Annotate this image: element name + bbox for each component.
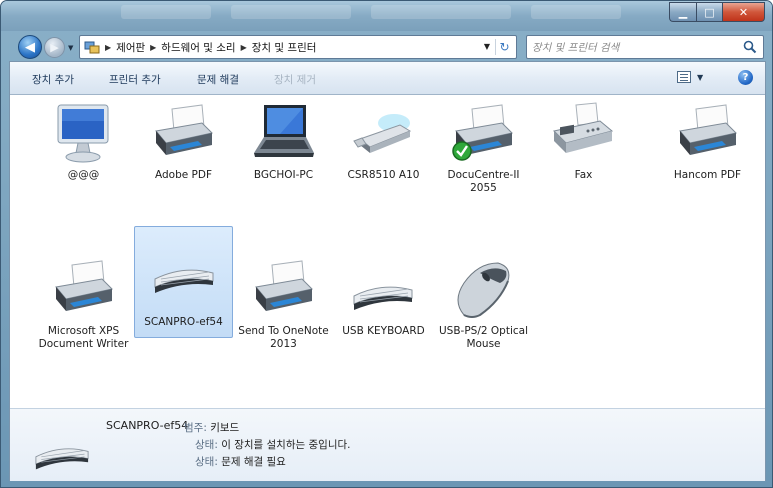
minimize-icon: ▁ (678, 5, 688, 19)
device-label: BGCHOI-PC (253, 169, 314, 181)
device-item-monitor[interactable]: @@@ (34, 96, 133, 216)
breadcrumb: ▶ 제어판 ▶ 하드웨어 및 소리 ▶ 장치 및 프린터 (100, 40, 316, 55)
laptop-icon (250, 101, 316, 165)
device-label: Hancom PDF (673, 169, 742, 181)
breadcrumb-chevron-icon[interactable]: ▶ (150, 43, 156, 52)
printer-icon (150, 101, 216, 165)
device-item-adobe-pdf[interactable]: Adobe PDF (134, 96, 233, 216)
printer-icon (674, 101, 740, 165)
device-item-usb-keyboard[interactable]: USB KEYBOARD (334, 252, 433, 372)
printer-icon (250, 257, 316, 321)
device-label: @@@ (67, 169, 100, 181)
breadcrumb-chevron-icon[interactable]: ▶ (241, 43, 247, 52)
device-label: USB-PS/2 Optical Mouse (439, 325, 528, 350)
device-label: USB KEYBOARD (342, 325, 425, 337)
device-label: DocuCentre-II 2055 (447, 169, 520, 194)
device-item-csr8510[interactable]: CSR8510 A10 (334, 96, 433, 216)
explorer-window: ▁ □ ✕ ◀ ▶ ▼ ▶ 제어판 ▶ 하드웨어 및 소리 ▶ 장치 및 프린터 (0, 0, 773, 488)
title-bar-background-text (531, 5, 621, 19)
printer-icon (450, 101, 516, 165)
title-bar-background-text (121, 5, 211, 19)
back-button[interactable]: ◀ (18, 35, 42, 59)
title-bar-background-text (371, 5, 511, 19)
forward-button[interactable]: ▶ (44, 37, 65, 58)
change-view-button[interactable]: ▼ (677, 71, 703, 83)
maximize-icon: □ (704, 5, 715, 19)
device-item-fax[interactable]: Fax (534, 96, 633, 216)
device-item-mouse[interactable]: USB-PS/2 Optical Mouse (434, 252, 533, 372)
keyboard-icon (30, 437, 94, 473)
add-device-button[interactable]: 장치 추가 (32, 72, 74, 87)
details-status-label: 상태: (195, 439, 218, 451)
command-bar: 장치 추가 프린터 추가 문제 해결 장치 제거 ▼ ? (10, 62, 765, 95)
device-grid: @@@ Adobe PDF BGCHOI-PC CSR8510 A10 Docu… (10, 96, 765, 406)
search-box[interactable]: 장치 및 프린터 검색 (526, 35, 764, 59)
details-device-name: SCANPRO-ef54 (106, 419, 189, 432)
device-item-hancom-pdf[interactable]: Hancom PDF (658, 96, 757, 216)
usb-dongle-icon (350, 101, 416, 165)
breadcrumb-item-control-panel[interactable]: 제어판 (116, 40, 145, 55)
details-status2-row: 상태: 문제 해결 필요 (195, 454, 286, 469)
help-button[interactable]: ? (738, 70, 753, 85)
device-label: Fax (574, 169, 593, 181)
fax-icon (550, 101, 616, 165)
refresh-button[interactable]: ↻ (495, 39, 513, 55)
details-status2-value: 문제 해결 필요 (221, 456, 286, 468)
device-item-onenote[interactable]: Send To OneNote 2013 (234, 252, 333, 372)
device-label: Microsoft XPS Document Writer (38, 325, 129, 350)
breadcrumb-chevron-icon[interactable]: ▶ (105, 43, 111, 52)
details-pane: SCANPRO-ef54 범주: 키보드 상태: 이 장치를 설치하는 중입니다… (10, 408, 765, 481)
back-arrow-icon: ◀ (25, 39, 35, 55)
details-status-value: 이 장치를 설치하는 중입니다. (221, 439, 351, 451)
details-status-row: 상태: 이 장치를 설치하는 중입니다. (195, 437, 350, 452)
details-category-label: 범주: (184, 422, 207, 434)
breadcrumb-item-devices-and-printers[interactable]: 장치 및 프린터 (252, 40, 317, 55)
close-icon: ✕ (738, 5, 749, 19)
content-pane: 장치 추가 프린터 추가 문제 해결 장치 제거 ▼ ? @@@ Adobe P… (9, 61, 766, 481)
device-label: SCANPRO-ef54 (144, 316, 223, 328)
search-icon[interactable] (743, 40, 757, 54)
refresh-icon: ↻ (499, 40, 510, 54)
troubleshoot-button[interactable]: 문제 해결 (197, 72, 239, 87)
details-status2-label: 상태: (195, 456, 218, 468)
address-bar[interactable]: ▶ 제어판 ▶ 하드웨어 및 소리 ▶ 장치 및 프린터 ▼ ↻ (79, 35, 517, 59)
add-printer-button[interactable]: 프린터 추가 (109, 72, 161, 87)
forward-arrow-icon: ▶ (50, 41, 59, 54)
device-item-computer[interactable]: BGCHOI-PC (234, 96, 333, 216)
device-item-scanpro[interactable]: SCANPRO-ef54 (134, 226, 233, 338)
control-panel-icon (84, 40, 100, 54)
minimize-button[interactable]: ▁ (669, 2, 696, 22)
device-label: Adobe PDF (154, 169, 212, 181)
keyboard-icon (151, 257, 217, 321)
breadcrumb-item-hardware-and-sound[interactable]: 하드웨어 및 소리 (161, 40, 235, 55)
title-bar-background-text (231, 5, 351, 19)
close-button[interactable]: ✕ (722, 2, 765, 22)
window-controls: ▁ □ ✕ (669, 2, 765, 22)
details-category-value: 키보드 (210, 422, 240, 434)
monitor-icon (50, 101, 116, 165)
device-item-docucentre[interactable]: DocuCentre-II 2055 (434, 96, 533, 216)
device-label: Send To OneNote 2013 (238, 325, 329, 350)
device-item-xps-writer[interactable]: Microsoft XPS Document Writer (34, 252, 133, 372)
recent-pages-dropdown[interactable]: ▼ (68, 44, 73, 52)
navigation-bar: ◀ ▶ ▼ ▶ 제어판 ▶ 하드웨어 및 소리 ▶ 장치 및 프린터 ▼ ↻ 장… (1, 31, 772, 61)
device-label: CSR8510 A10 (347, 169, 420, 181)
remove-device-button: 장치 제거 (274, 74, 316, 86)
maximize-button[interactable]: □ (696, 2, 722, 22)
details-category-row: 범주: 키보드 (184, 420, 239, 435)
search-input[interactable]: 장치 및 프린터 검색 (532, 40, 743, 55)
help-icon: ? (742, 72, 749, 83)
title-bar[interactable]: ▁ □ ✕ (1, 1, 772, 31)
mouse-icon (450, 257, 516, 321)
address-dropdown-icon[interactable]: ▼ (484, 42, 490, 51)
chevron-down-icon: ▼ (697, 72, 704, 82)
view-options-icon (677, 71, 691, 83)
printer-icon (50, 257, 116, 321)
